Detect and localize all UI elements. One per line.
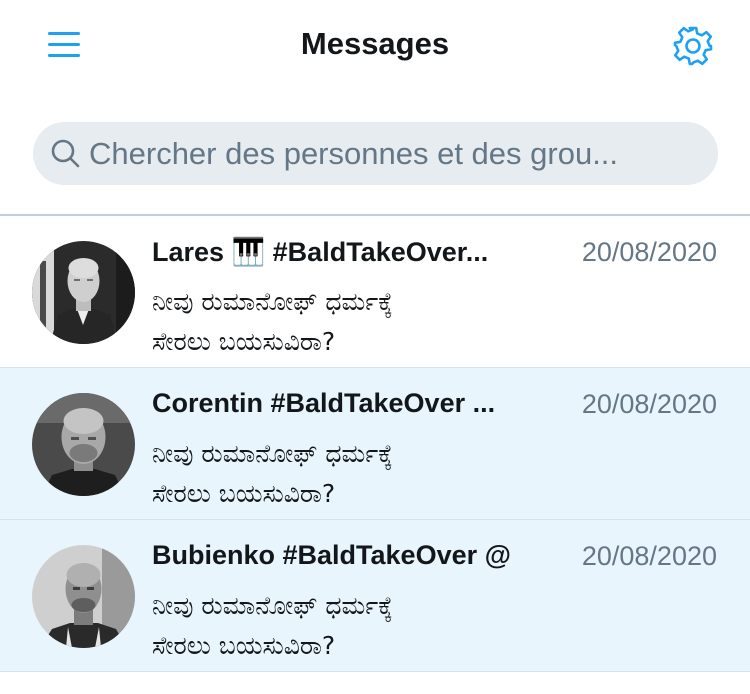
avatar[interactable]	[32, 393, 135, 496]
avatar[interactable]	[32, 545, 135, 648]
search-input[interactable]	[89, 122, 704, 185]
message-preview-line: ನೀವು ರುಮಾನೋಫ್ ಧರ್ಮಕ್ಕೆ	[152, 439, 393, 468]
message-preview-line: ನೀವು ರುಮಾನೋಫ್ ಧರ್ಮಕ್ಕೆ	[152, 591, 393, 620]
message-preview-line: ಸೇರಲು ಬಯಸುವಿರಾ?	[152, 631, 336, 660]
message-preview: ನೀವು ರುಮಾನೋಫ್ ಧರ್ಮಕ್ಕೆ ಸೇರಲು ಬಯಸುವಿರಾ?	[152, 434, 572, 514]
conversation-date: 20/08/2020	[581, 541, 717, 571]
gear-icon	[673, 26, 713, 66]
avatar[interactable]	[32, 241, 135, 344]
conversation-row[interactable]: Lares 🎹 #BaldTakeOver... 20/08/2020 ನೀವು…	[0, 216, 750, 368]
top-bar: Messages	[0, 0, 750, 92]
message-preview-line: ನೀವು ರುಮಾನೋಫ್ ಧರ್ಮಕ್ಕೆ	[152, 287, 393, 316]
conversation-name: Lares 🎹 #BaldTakeOver...	[152, 237, 489, 267]
page-title: Messages	[300, 26, 450, 61]
conversation-date: 20/08/2020	[581, 237, 717, 267]
search-bar[interactable]	[33, 122, 718, 185]
conversation-date: 20/08/2020	[581, 389, 717, 419]
search-icon	[51, 139, 80, 168]
message-preview-line: ಸೇರಲು ಬಯಸುವಿರಾ?	[152, 327, 336, 356]
message-preview-line: ಸೇರಲು ಬಯಸುವಿರಾ?	[152, 479, 336, 508]
conversation-list: Lares 🎹 #BaldTakeOver... 20/08/2020 ನೀವು…	[0, 216, 750, 672]
conversation-row[interactable]: Corentin #BaldTakeOver ... 20/08/2020 ನೀ…	[0, 368, 750, 520]
conversation-row[interactable]: Bubienko #BaldTakeOver @ 20/08/2020 ನೀವು…	[0, 520, 750, 672]
settings-button[interactable]	[668, 22, 718, 70]
message-preview: ನೀವು ರುಮಾನೋಫ್ ಧರ್ಮಕ್ಕೆ ಸೇರಲು ಬಯಸುವಿರಾ?	[152, 586, 572, 666]
message-preview: ನೀವು ರುಮಾನೋಫ್ ಧರ್ಮಕ್ಕೆ ಸೇರಲು ಬಯಸುವಿರಾ?	[152, 282, 572, 362]
conversation-name: Corentin #BaldTakeOver ...	[152, 388, 496, 418]
conversation-name: Bubienko #BaldTakeOver @	[152, 540, 511, 570]
